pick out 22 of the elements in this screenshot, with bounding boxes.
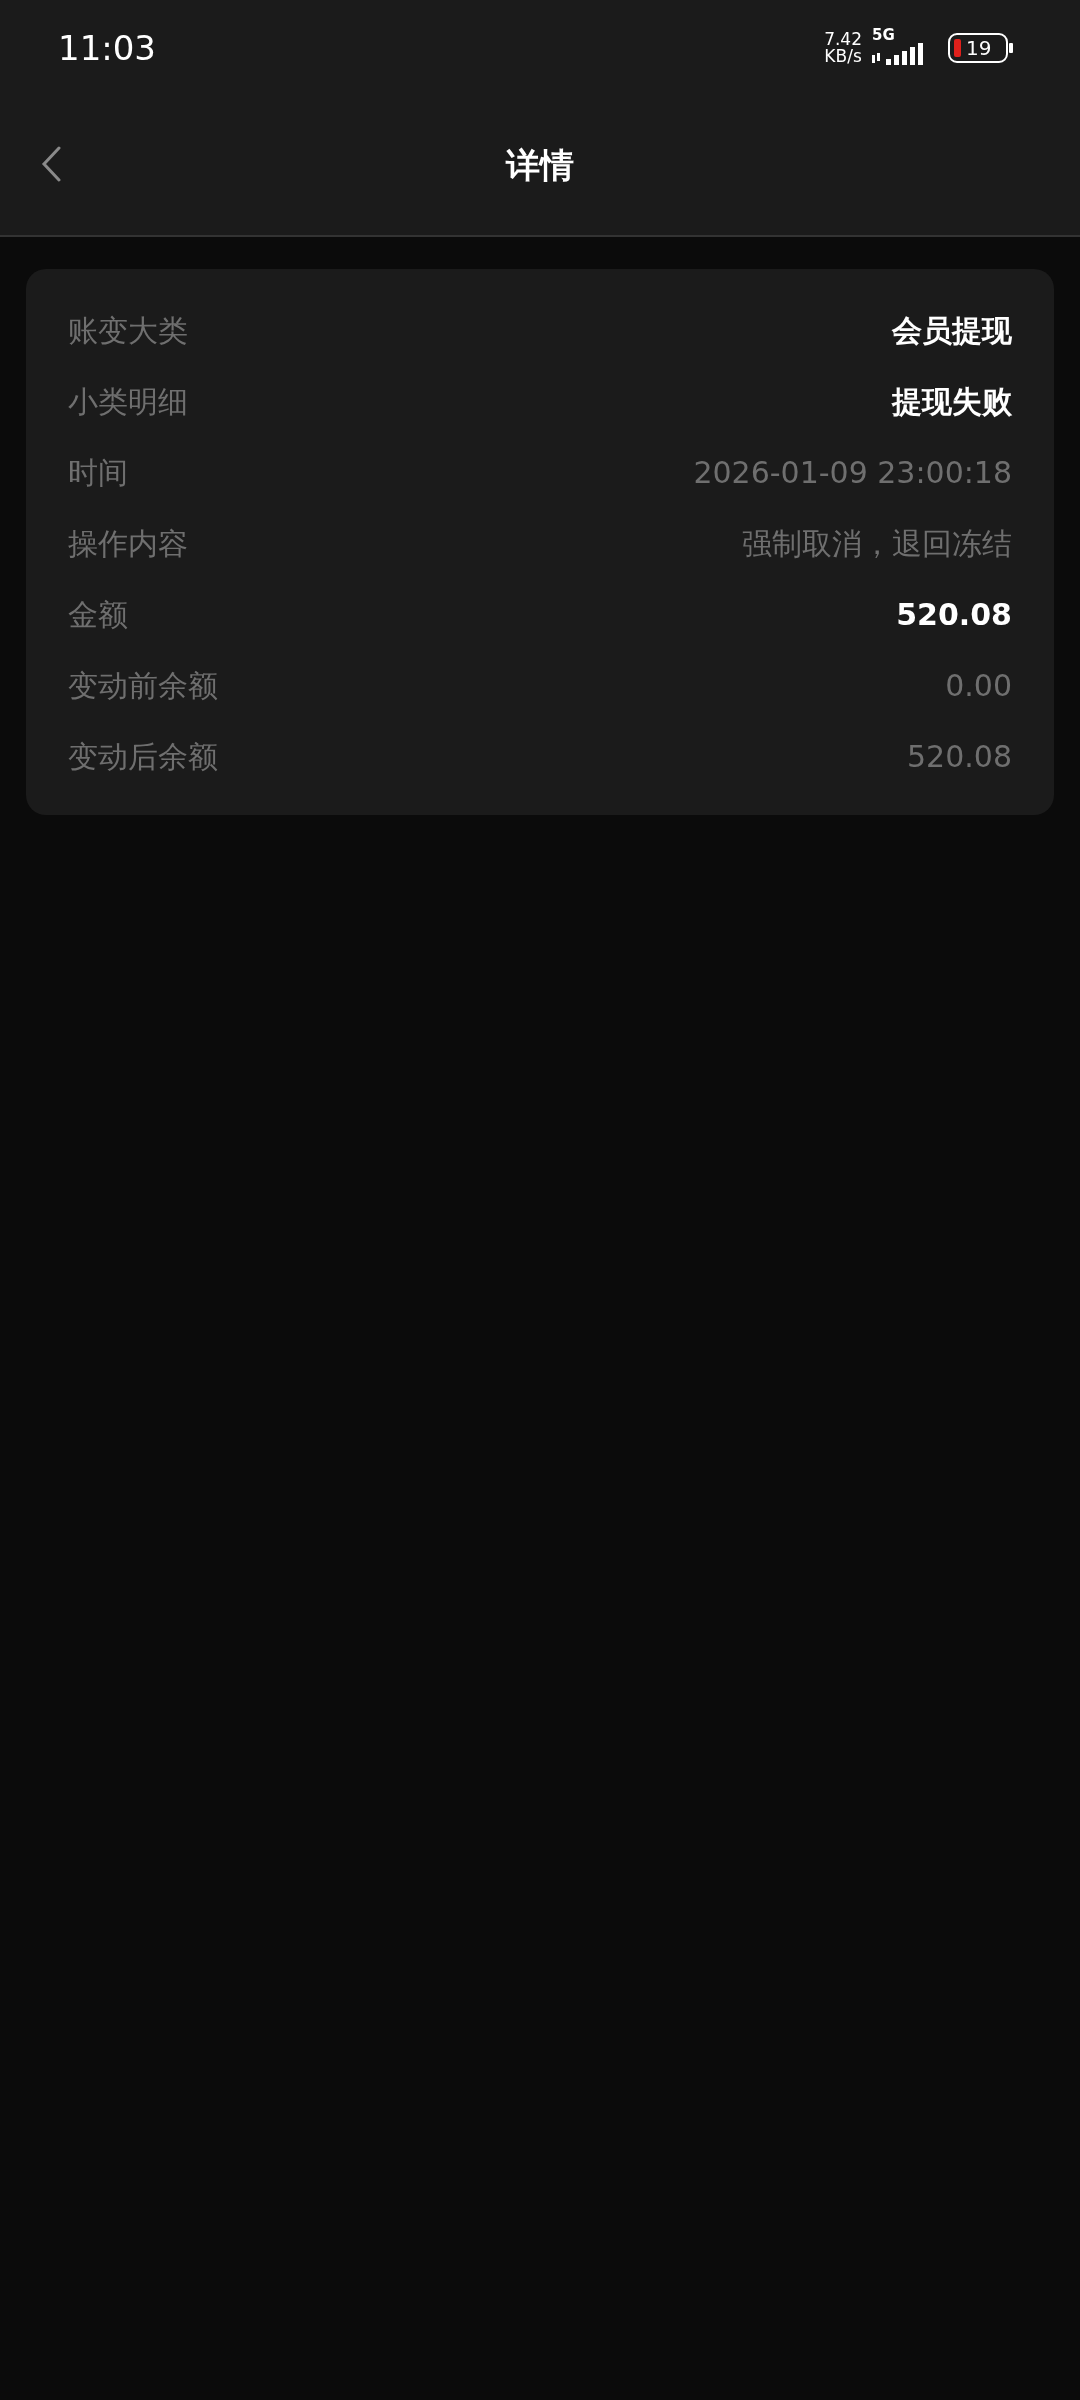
back-icon [41,146,61,182]
network-type: 5G [872,28,895,43]
detail-value: 2026-01-09 23:00:18 [693,453,1012,492]
detail-value: 会员提现 [892,311,1012,350]
detail-label: 账变大类 [68,311,188,350]
detail-label: 金额 [68,595,128,634]
speed-unit: KB/s [824,47,862,65]
status-time: 11:03 [58,30,156,65]
detail-label: 变动前余额 [68,666,218,705]
detail-value: 520.08 [896,595,1012,634]
detail-value: 520.08 [907,737,1012,776]
detail-label: 操作内容 [68,524,188,563]
detail-value: 提现失败 [892,382,1012,421]
detail-label: 小类明细 [68,382,188,421]
detail-label: 变动后余额 [68,737,218,776]
detail-value: 0.00 [945,666,1012,705]
network-speed: 7.42 [824,30,862,48]
detail-value: 强制取消，退回冻结 [742,524,1012,563]
battery-level: 19 [966,37,992,58]
battery-icon [948,32,1014,63]
detail-label: 时间 [68,453,128,492]
page-title: 详情 [506,143,574,187]
